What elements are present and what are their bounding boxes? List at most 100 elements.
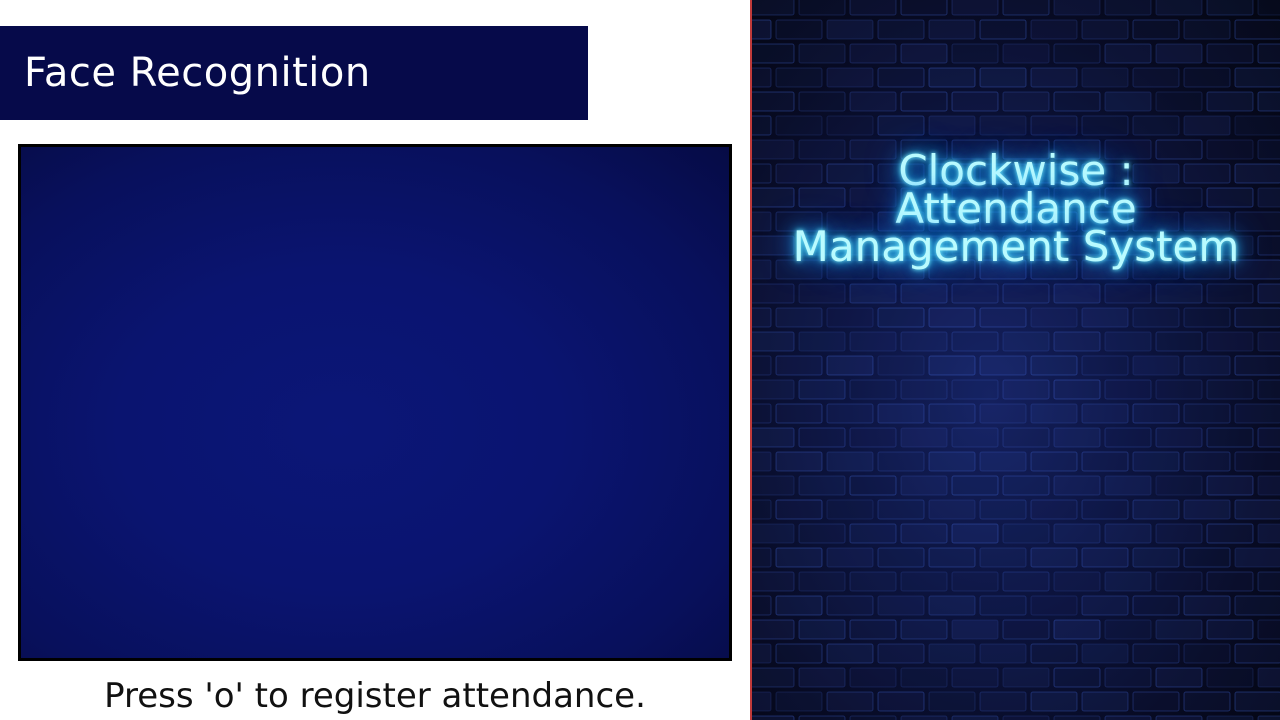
- brick: [979, 643, 1027, 664]
- brick: [1206, 667, 1254, 688]
- brick: [1155, 523, 1203, 544]
- brick: [1234, 595, 1280, 616]
- title-bar: Face Recognition: [0, 26, 588, 120]
- brick: [1257, 715, 1280, 720]
- brick: [1104, 427, 1152, 448]
- brick-wall-background: [752, 0, 1280, 720]
- brick: [1081, 115, 1129, 136]
- brick: [775, 307, 823, 328]
- brick: [1206, 715, 1254, 720]
- brick: [1155, 475, 1203, 496]
- brick: [1002, 331, 1050, 352]
- brick: [849, 571, 897, 592]
- brick: [1081, 547, 1129, 568]
- brick: [928, 403, 976, 424]
- brick: [752, 355, 772, 376]
- brick: [1002, 619, 1050, 640]
- brick: [826, 547, 874, 568]
- brick: [951, 475, 999, 496]
- brick: [900, 475, 948, 496]
- brick: [849, 523, 897, 544]
- brick: [928, 115, 976, 136]
- brick: [900, 427, 948, 448]
- brick: [951, 379, 999, 400]
- brick: [752, 403, 772, 424]
- brick: [928, 547, 976, 568]
- brick: [951, 331, 999, 352]
- brick: [752, 67, 772, 88]
- brick: [1132, 67, 1180, 88]
- brick: [1257, 0, 1280, 16]
- brick: [1155, 715, 1203, 720]
- brick: [826, 355, 874, 376]
- brick: [1104, 43, 1152, 64]
- brick: [1183, 403, 1231, 424]
- brick: [1053, 475, 1101, 496]
- brick: [798, 619, 846, 640]
- brick: [752, 307, 772, 328]
- brick: [900, 715, 948, 720]
- brick: [826, 67, 874, 88]
- brick: [979, 595, 1027, 616]
- brick: [1155, 43, 1203, 64]
- brick: [798, 283, 846, 304]
- brick: [849, 379, 897, 400]
- brick: [1002, 91, 1050, 112]
- brick: [752, 523, 795, 544]
- brick: [1030, 451, 1078, 472]
- brick: [928, 499, 976, 520]
- brick: [1030, 115, 1078, 136]
- brick: [1183, 451, 1231, 472]
- brick: [826, 403, 874, 424]
- brick: [928, 355, 976, 376]
- brick: [1257, 571, 1280, 592]
- brick: [1104, 619, 1152, 640]
- brick: [1002, 379, 1050, 400]
- brick: [798, 571, 846, 592]
- brick: [1183, 547, 1231, 568]
- brick: [1132, 691, 1180, 712]
- brick: [1155, 619, 1203, 640]
- brick: [877, 19, 925, 40]
- brick: [979, 19, 1027, 40]
- brick: [951, 427, 999, 448]
- brick: [1030, 355, 1078, 376]
- brick: [1234, 307, 1280, 328]
- brick: [1030, 547, 1078, 568]
- brick: [752, 451, 772, 472]
- brick: [1257, 619, 1280, 640]
- brick: [826, 499, 874, 520]
- instruction-text: Press 'o' to register attendance.: [104, 676, 646, 716]
- brick: [1104, 667, 1152, 688]
- brick: [900, 0, 948, 16]
- brick: [1053, 283, 1101, 304]
- brick: [752, 43, 795, 64]
- brick: [1234, 115, 1280, 136]
- brick: [877, 307, 925, 328]
- brick: [877, 67, 925, 88]
- brick: [928, 67, 976, 88]
- brick: [775, 403, 823, 424]
- brick: [775, 643, 823, 664]
- brick: [1132, 307, 1180, 328]
- brick: [798, 475, 846, 496]
- brick: [826, 307, 874, 328]
- brick: [752, 547, 772, 568]
- brick: [1132, 19, 1180, 40]
- brick: [928, 451, 976, 472]
- brick: [979, 307, 1027, 328]
- brick: [951, 715, 999, 720]
- brick: [1132, 643, 1180, 664]
- brick: [1234, 499, 1280, 520]
- brick: [928, 643, 976, 664]
- brick: [1053, 379, 1101, 400]
- brick: [1053, 427, 1101, 448]
- brick: [752, 0, 795, 16]
- brick: [979, 355, 1027, 376]
- brick: [1030, 67, 1078, 88]
- brick: [1257, 379, 1280, 400]
- brick: [877, 595, 925, 616]
- brick: [1081, 691, 1129, 712]
- brick: [826, 115, 874, 136]
- brick: [951, 667, 999, 688]
